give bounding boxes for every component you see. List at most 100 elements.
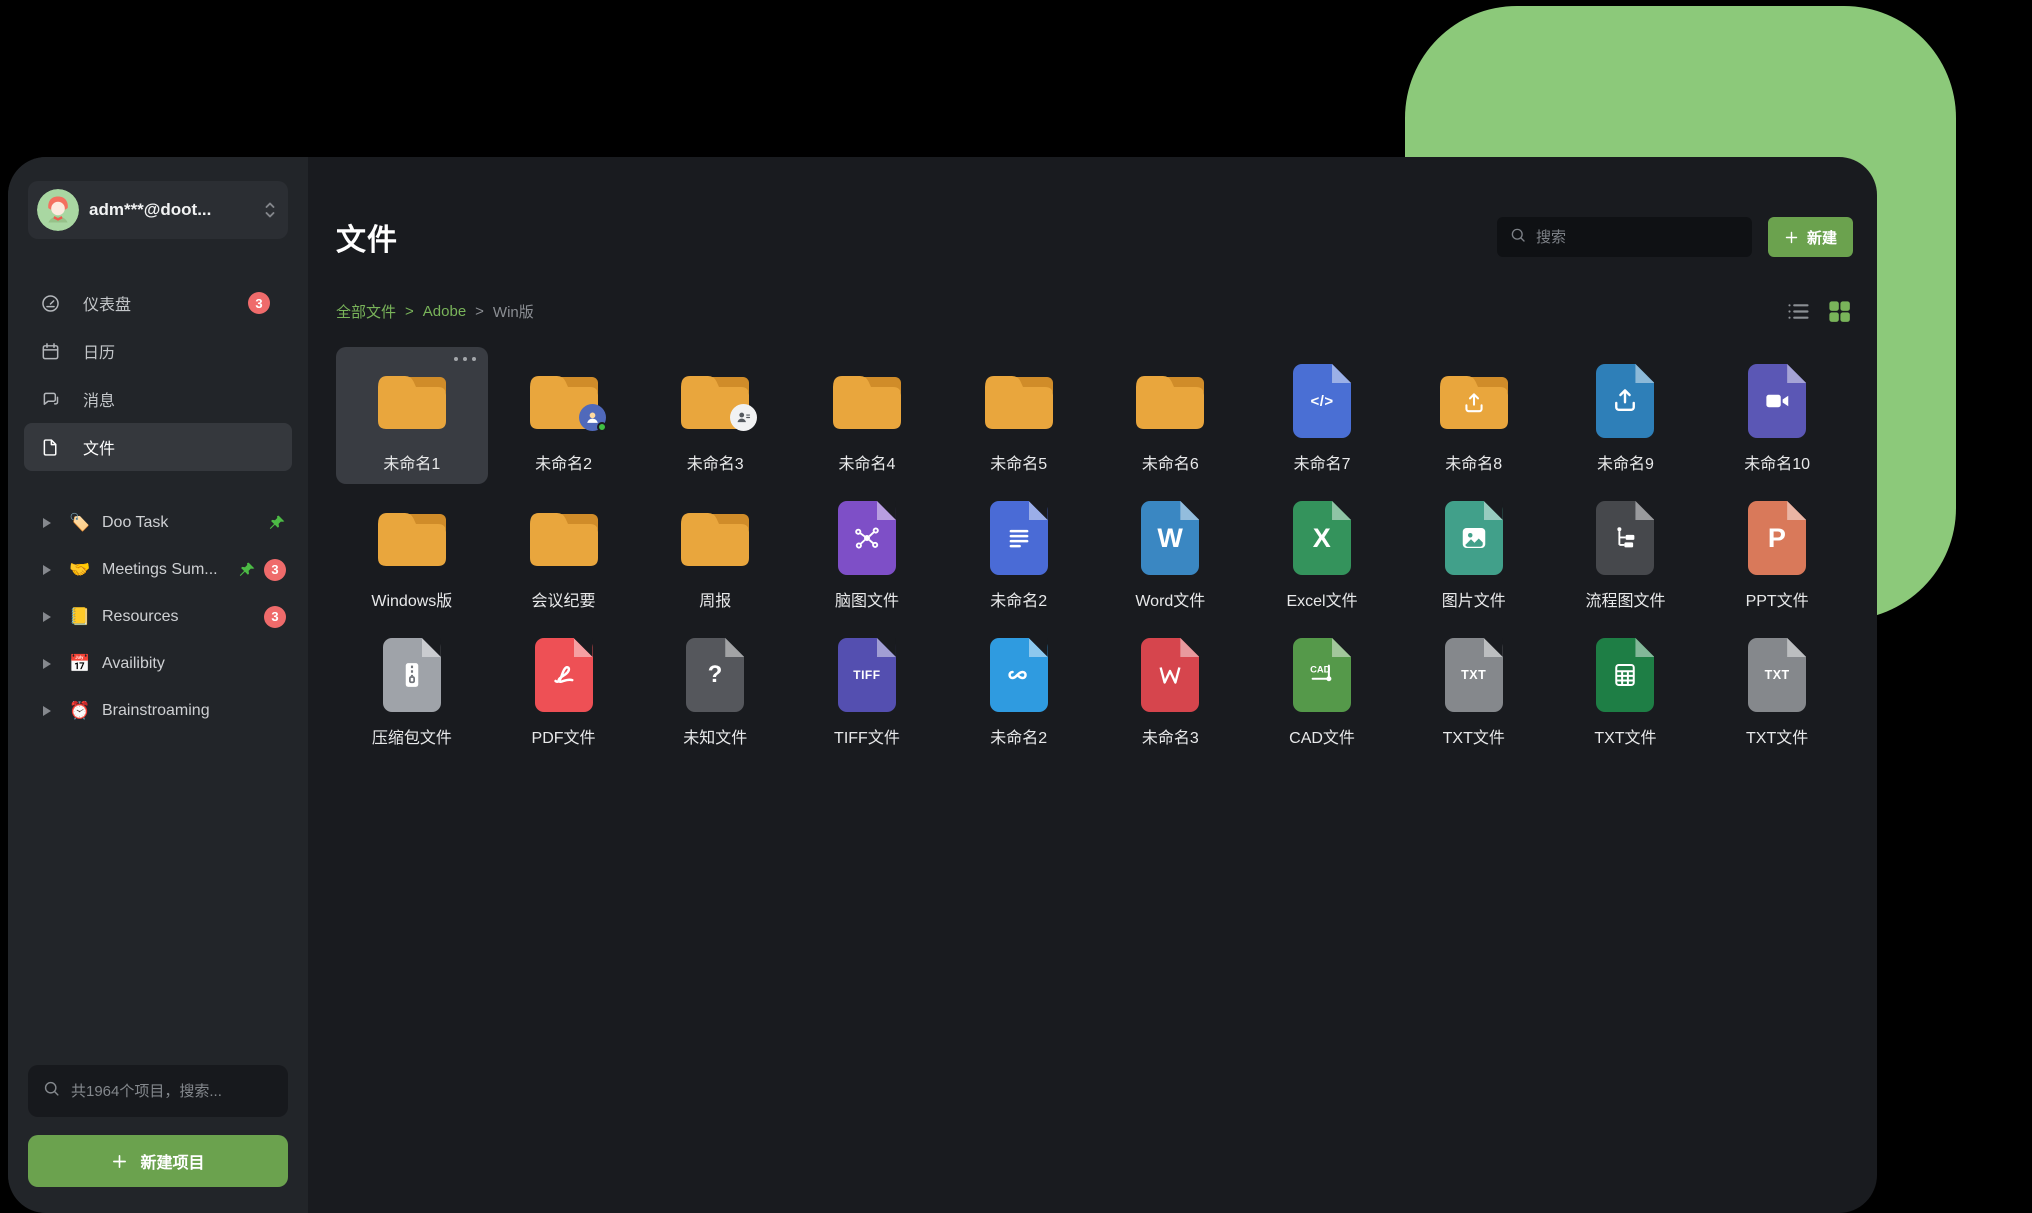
- sidebar-project-meetings-summary[interactable]: 🤝 Meetings Sum... 3: [8, 546, 308, 593]
- file-grid: 未命名1 未命名2 未命名3 未命名4 未命名5 未命名6 </> 未命名7 未…: [336, 347, 1853, 758]
- breadcrumb-item[interactable]: 全部文件: [336, 301, 396, 322]
- folder-icon: [678, 507, 752, 569]
- new-file-button[interactable]: 新建: [1768, 217, 1853, 257]
- file-name: 未命名5: [990, 450, 1047, 474]
- file-item[interactable]: 未命名2: [488, 347, 640, 484]
- file-name: 未命名2: [990, 587, 1047, 611]
- file-item[interactable]: 未命名10: [1701, 347, 1853, 484]
- file-item[interactable]: PDF文件: [488, 621, 640, 758]
- file-item[interactable]: 未命名2: [943, 484, 1095, 621]
- sidebar-item-label: 日历: [83, 339, 115, 363]
- expand-caret-icon[interactable]: [42, 517, 52, 529]
- breadcrumb-separator: >: [405, 303, 414, 320]
- file-item[interactable]: 未命名9: [1550, 347, 1702, 484]
- file-item[interactable]: Windows版: [336, 484, 488, 621]
- file-item[interactable]: W Word文件: [1094, 484, 1246, 621]
- file-name: 未命名9: [1597, 450, 1654, 474]
- upload-file-icon: [1596, 364, 1654, 438]
- file-name: CAD文件: [1289, 724, 1355, 748]
- search-icon: [1509, 226, 1527, 249]
- breadcrumb: 全部文件>Adobe>Win版: [336, 301, 534, 322]
- breadcrumb-toolbar: 全部文件>Adobe>Win版: [336, 297, 1853, 325]
- app-window: adm***@doot... 仪表盘 3 日历 消息 文件 🏷️ Doo Tas…: [8, 157, 1877, 1213]
- file-item[interactable]: </> 未命名7: [1246, 347, 1398, 484]
- file-name: 流程图文件: [1585, 587, 1665, 611]
- expand-caret-icon[interactable]: [42, 658, 52, 670]
- file-item[interactable]: P PPT文件: [1701, 484, 1853, 621]
- project-label: Resources: [102, 608, 178, 626]
- more-menu-icon[interactable]: [454, 357, 476, 361]
- file-name: TXT文件: [1746, 724, 1808, 748]
- file-name: 未命名2: [990, 724, 1047, 748]
- list-view-icon[interactable]: [1785, 298, 1812, 325]
- new-file-label: 新建: [1807, 227, 1837, 248]
- upload-icon: [1461, 391, 1487, 417]
- sidebar-project-brainstorming[interactable]: ⏰ Brainstroaming: [8, 687, 308, 734]
- file-name: 脑图文件: [835, 587, 899, 611]
- cad-file-icon: CAD: [1293, 638, 1351, 712]
- image-file-icon: [1445, 501, 1503, 575]
- sidebar-project-doo-task[interactable]: 🏷️ Doo Task: [8, 499, 308, 546]
- pin-icon: [238, 561, 256, 579]
- file-search-input[interactable]: [1536, 229, 1740, 246]
- file-item[interactable]: TXT TXT文件: [1701, 621, 1853, 758]
- file-item[interactable]: 会议纪要: [488, 484, 640, 621]
- file-item[interactable]: CAD CAD文件: [1246, 621, 1398, 758]
- file-name: PPT文件: [1746, 587, 1809, 611]
- new-project-button[interactable]: 新建项目: [28, 1135, 288, 1187]
- file-item[interactable]: TXT文件: [1550, 621, 1702, 758]
- file-item[interactable]: 未命名5: [943, 347, 1095, 484]
- project-search-input[interactable]: [71, 1083, 274, 1100]
- file-item[interactable]: 未命名6: [1094, 347, 1246, 484]
- sidebar-project-resources[interactable]: 📒 Resources 3: [8, 593, 308, 640]
- file-item[interactable]: 未命名4: [791, 347, 943, 484]
- file-name: 未命名3: [1142, 724, 1199, 748]
- account-switcher[interactable]: adm***@doot...: [28, 181, 288, 239]
- file-item[interactable]: X Excel文件: [1246, 484, 1398, 621]
- file-item[interactable]: 未命名3: [639, 347, 791, 484]
- sidebar-item-calendar[interactable]: 日历: [24, 327, 292, 375]
- file-item[interactable]: TIFF TIFF文件: [791, 621, 943, 758]
- sidebar-item-files[interactable]: 文件: [24, 423, 292, 471]
- file-item[interactable]: 未命名2: [943, 621, 1095, 758]
- sidebar-item-dashboard[interactable]: 仪表盘 3: [24, 279, 292, 327]
- unread-badge: 3: [264, 606, 286, 628]
- sidebar-project-availability[interactable]: 📅 Availibity: [8, 640, 308, 687]
- breadcrumb-item[interactable]: Adobe: [423, 303, 466, 320]
- table-file-icon: [1596, 638, 1654, 712]
- file-item[interactable]: 图片文件: [1398, 484, 1550, 621]
- file-item[interactable]: TXT TXT文件: [1398, 621, 1550, 758]
- expand-caret-icon[interactable]: [42, 611, 52, 623]
- file-name: 未命名2: [535, 450, 592, 474]
- wps-file-icon: [1141, 638, 1199, 712]
- file-item[interactable]: 周报: [639, 484, 791, 621]
- file-item[interactable]: 脑图文件: [791, 484, 943, 621]
- file-item[interactable]: 未命名8: [1398, 347, 1550, 484]
- doclines-file-icon: [990, 501, 1048, 575]
- file-name: 未命名10: [1744, 450, 1810, 474]
- X-file-icon: X: [1293, 501, 1351, 575]
- file-name: Excel文件: [1286, 587, 1357, 611]
- notebook-emoji-icon: 📒: [68, 607, 92, 627]
- expand-caret-icon[interactable]: [42, 564, 52, 576]
- expand-caret-icon[interactable]: [42, 705, 52, 717]
- file-search[interactable]: [1497, 217, 1752, 257]
- project-search[interactable]: [28, 1065, 288, 1117]
- file-name: TXT文件: [1594, 724, 1656, 748]
- file-item[interactable]: 压缩包文件: [336, 621, 488, 758]
- chevron-updown-icon: [262, 199, 278, 221]
- file-name: 会议纪要: [532, 587, 596, 611]
- file-item[interactable]: ? 未知文件: [639, 621, 791, 758]
- file-name: TXT文件: [1443, 724, 1505, 748]
- file-item[interactable]: 未命名3: [1094, 621, 1246, 758]
- dashboard-icon: [40, 293, 61, 314]
- file-name: 未命名7: [1294, 450, 1351, 474]
- grid-view-icon[interactable]: [1826, 298, 1853, 325]
- file-item[interactable]: 未命名1: [336, 347, 488, 484]
- folder-icon: [830, 370, 904, 432]
- sidebar-item-messages[interactable]: 消息: [24, 375, 292, 423]
- file-name: Word文件: [1135, 587, 1205, 611]
- calendar-icon: [40, 341, 61, 362]
- main-header: 文件 新建: [336, 215, 1853, 259]
- file-item[interactable]: 流程图文件: [1550, 484, 1702, 621]
